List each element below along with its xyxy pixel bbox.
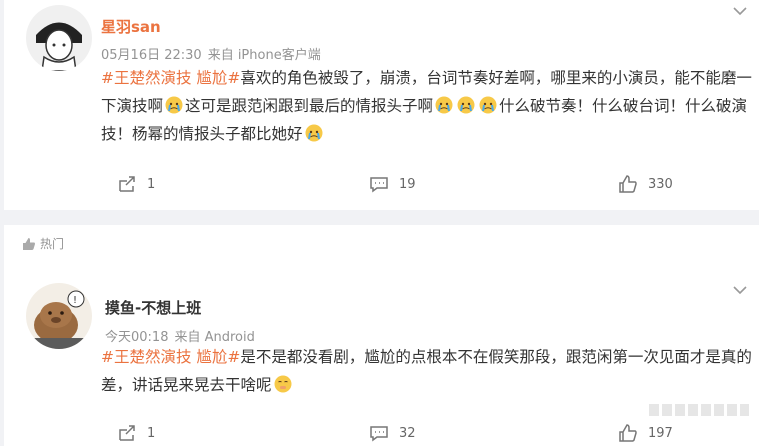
post-meta: 05月16日 22:30 来自 iPhone客户端: [101, 44, 327, 63]
post-text: #王楚然演技 尴尬#是不是都没看剧，尴尬的点根本不在假笑那段，跟范闲第一次见面才…: [101, 343, 753, 399]
repost-count: 1: [147, 425, 156, 441]
comment-card-2: 热门 ! 摸鱼-不想上班 今天00:18 来自 Android #王楚然演技 尴尬…: [4, 225, 759, 446]
hashtag-link[interactable]: #王楚然演技 尴尬#: [101, 348, 240, 366]
post-text: #王楚然演技 尴尬#喜欢的角色被毁了，崩溃，台词节奏好差啊，哪里来的小演员，能不…: [101, 64, 753, 148]
username[interactable]: 摸鱼-不想上班: [105, 297, 201, 318]
thumbs-up-icon: [619, 175, 637, 193]
comment-icon: [370, 426, 388, 442]
hashtag-link[interactable]: #王楚然演技 尴尬#: [101, 69, 240, 87]
crying-emoji-icon: [165, 95, 183, 114]
watermark-graphic: [649, 402, 749, 418]
comment-count: 32: [399, 425, 416, 441]
like-button[interactable]: 330: [618, 174, 673, 194]
chevron-down-icon[interactable]: [731, 2, 749, 20]
crying-emoji-icon: [305, 123, 323, 142]
comment-button[interactable]: 19: [369, 174, 416, 194]
avatar[interactable]: !: [26, 283, 92, 349]
post-source: 来自 iPhone客户端: [207, 48, 321, 63]
thumbs-up-icon: [23, 237, 35, 250]
like-count: 197: [648, 425, 673, 441]
comment-button[interactable]: 32: [369, 423, 416, 443]
repost-icon: [119, 425, 135, 441]
post-text-part-2: 这可是跟范闲跟到最后的情报头子啊: [185, 97, 434, 115]
like-count: 330: [648, 176, 673, 192]
thumbs-up-icon: [619, 424, 637, 442]
comment-card-1: 星羽san 05月16日 22:30 来自 iPhone客户端 #王楚然演技 尴尬…: [4, 0, 759, 210]
shush-emoji-icon: [274, 374, 292, 393]
comment-count: 19: [399, 176, 416, 192]
repost-count: 1: [147, 176, 156, 192]
svg-text:!: !: [73, 295, 77, 306]
like-button[interactable]: 197: [618, 423, 673, 443]
chevron-down-icon[interactable]: [731, 281, 749, 299]
crying-emoji-icon: [479, 95, 497, 114]
avatar[interactable]: [26, 5, 92, 71]
hot-label: 热门: [22, 235, 64, 252]
username[interactable]: 星羽san: [101, 16, 161, 37]
crying-emoji-icon: [435, 95, 453, 114]
repost-icon: [119, 176, 135, 192]
crying-emoji-icon: [457, 95, 475, 114]
repost-button[interactable]: 1: [117, 423, 155, 443]
post-date: 05月16日 22:30: [101, 48, 202, 63]
comment-icon: [370, 177, 388, 193]
repost-button[interactable]: 1: [117, 174, 155, 194]
hot-label-text: 热门: [40, 237, 65, 251]
